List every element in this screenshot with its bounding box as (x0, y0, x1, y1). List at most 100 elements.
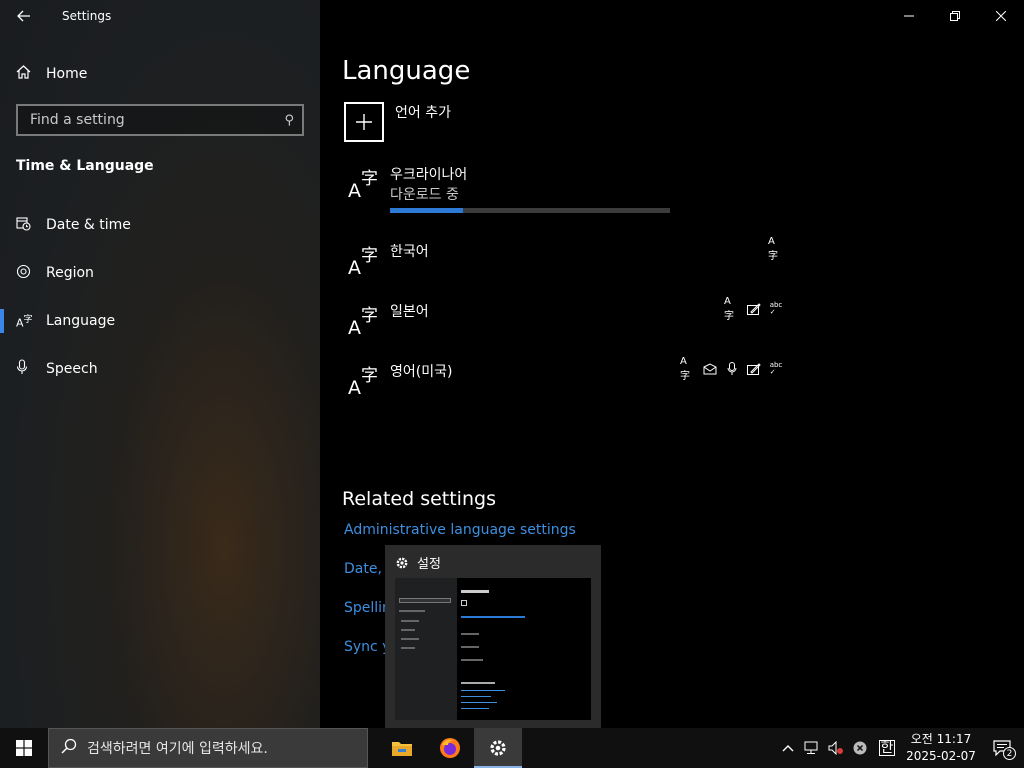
svg-text:A: A (348, 180, 361, 200)
related-settings-title: Related settings (342, 488, 496, 510)
link-spelling[interactable]: Spellin (344, 600, 391, 616)
close-icon (996, 11, 1006, 21)
calendar-clock-icon (16, 216, 46, 235)
sidebar-item-language[interactable]: A字 Language (0, 297, 320, 345)
language-icon: A字 (16, 315, 33, 330)
svg-text:字: 字 (361, 366, 378, 386)
download-progress-bar (390, 208, 670, 213)
thumbnail-line (401, 620, 419, 622)
add-language-label: 언어 추가 (395, 105, 451, 121)
windows-logo-icon (16, 740, 32, 756)
spelling-icon: abc ✓ (769, 301, 783, 316)
language-features: A字 abc ✓ (680, 356, 784, 382)
sidebar-item-label: Language (46, 313, 116, 329)
gear-icon (490, 740, 506, 756)
language-status: 다운로드 중 (390, 187, 459, 203)
thumbnail-line (461, 590, 489, 593)
thumbnail-line (461, 633, 479, 635)
start-button[interactable] (0, 728, 48, 768)
spelling-icon: abc ✓ (769, 361, 783, 376)
restore-button[interactable] (932, 0, 978, 32)
ime-label: 한 (878, 740, 896, 756)
thumbnail-line (401, 647, 415, 649)
window-controls (886, 0, 1024, 32)
restore-icon (950, 11, 960, 21)
svg-text:A: A (348, 257, 361, 277)
minimize-icon (904, 15, 914, 17)
thumbnail-line (461, 696, 491, 697)
language-name: 일본어 (390, 304, 429, 320)
thumbnail-title: 설정 (395, 553, 441, 572)
svg-text:A: A (348, 377, 361, 397)
chevron-up-icon[interactable] (776, 728, 800, 768)
back-button[interactable] (0, 0, 48, 32)
language-item-english-us[interactable]: A字 영어(미국) A字 abc ✓ (344, 356, 784, 421)
search-icon[interactable]: ⚲ (284, 113, 294, 128)
display-language-icon: A字 (768, 236, 778, 262)
thumbnail-line (461, 600, 467, 606)
nav-home-label: Home (46, 66, 88, 82)
thumbnail-image (395, 578, 591, 720)
nav-list: Date & time Region A字 Language Speech (0, 201, 320, 393)
sidebar-item-region[interactable]: Region (0, 249, 320, 297)
ime-indicator[interactable]: 한 (872, 728, 902, 768)
thumbnail-line (399, 610, 425, 612)
plus-icon (344, 102, 384, 142)
thumbnail-line (461, 659, 483, 661)
title-bar: Settings (0, 0, 320, 32)
close-button[interactable] (978, 0, 1024, 32)
taskbar-settings[interactable] (474, 728, 522, 768)
network-icon[interactable] (800, 728, 824, 768)
thumbnail-line (461, 708, 489, 709)
language-item-japanese[interactable]: A字 일본어 A字 abc ✓ (344, 296, 784, 361)
clock-time: 오전 11:17 (910, 732, 972, 746)
sidebar-item-speech[interactable]: Speech (0, 345, 320, 393)
sidebar-item-label: Date & time (46, 217, 131, 233)
back-arrow-icon (17, 10, 30, 22)
volume-muted-icon[interactable] (824, 728, 848, 768)
nav-home[interactable]: Home (0, 56, 320, 92)
link-administrative-language[interactable]: Administrative language settings (344, 522, 576, 538)
search-input[interactable] (28, 111, 285, 129)
language-icon: A字 (348, 169, 378, 200)
sidebar-item-label: Region (46, 265, 94, 281)
minimize-button[interactable] (886, 0, 932, 32)
close-circle-icon[interactable] (848, 728, 872, 768)
language-item-ukrainian[interactable]: A字 우크라이나어 다운로드 중 (344, 164, 784, 224)
page-title: Language (342, 56, 471, 86)
svg-text:字: 字 (361, 246, 378, 266)
taskbar-firefox[interactable] (426, 728, 474, 768)
section-title: Time & Language (16, 158, 154, 174)
taskbar-thumbnail-preview[interactable]: 설정 (385, 545, 601, 728)
thumbnail-search (399, 598, 451, 603)
link-sync[interactable]: Sync y (344, 639, 390, 655)
taskbar-file-explorer[interactable] (378, 728, 426, 768)
language-name: 영어(미국) (390, 364, 453, 380)
thumbnail-line (461, 682, 495, 684)
svg-text:A: A (348, 317, 361, 337)
display-language-icon: A字 (680, 356, 690, 382)
handwriting-icon (746, 361, 762, 377)
app-title: Settings (62, 9, 112, 23)
sidebar-item-date-time[interactable]: Date & time (0, 201, 320, 249)
taskbar: 검색하려면 여기에 입력하세요. 한 오전 11:17 2025-02-07 2 (0, 728, 1024, 768)
folder-icon (392, 742, 412, 756)
taskbar-search[interactable]: 검색하려면 여기에 입력하세요. (48, 728, 368, 768)
clock-date: 2025-02-07 (906, 749, 976, 763)
thumbnail-line (461, 646, 479, 648)
search-icon (61, 738, 77, 758)
clock[interactable]: 오전 11:17 2025-02-07 (902, 731, 980, 765)
gear-icon (396, 557, 408, 568)
thumbnail-line (461, 616, 525, 618)
language-name: 우크라이나어 (390, 167, 468, 183)
microphone-icon (16, 359, 46, 379)
language-features: A字 (768, 236, 784, 262)
sidebar-item-label: Speech (46, 361, 98, 377)
speech-recognition-icon (724, 361, 740, 377)
action-center-button[interactable]: 2 (980, 728, 1024, 768)
find-setting-search[interactable]: ⚲ (16, 104, 304, 136)
language-item-korean[interactable]: A字 한국어 A字 (344, 236, 784, 301)
svg-text:字: 字 (361, 306, 378, 326)
thumbnail-line (401, 638, 419, 640)
add-language-button[interactable]: 언어 추가 (344, 102, 451, 142)
